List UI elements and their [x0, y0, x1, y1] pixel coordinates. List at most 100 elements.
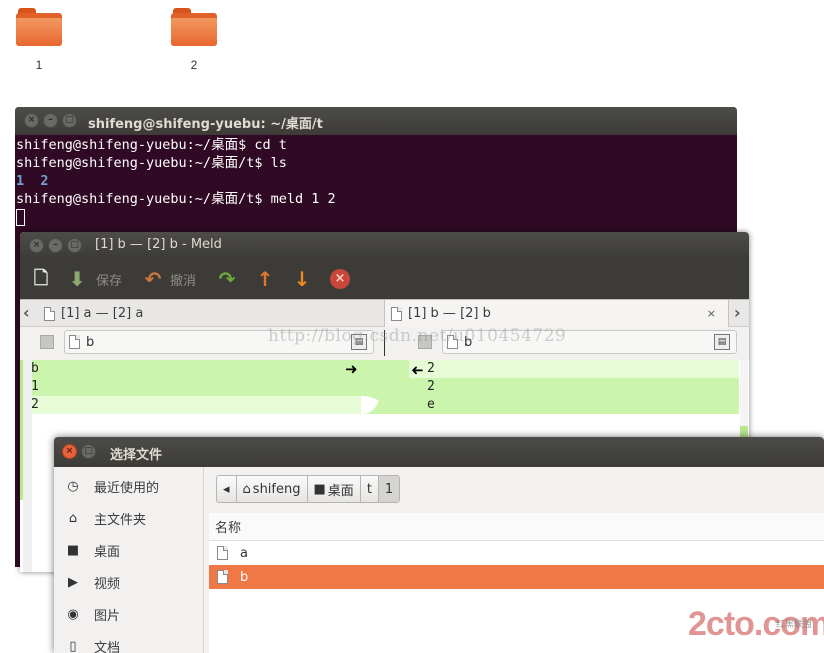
new-comparison-button[interactable]: 🗋	[30, 267, 52, 291]
close-icon[interactable]: ×	[29, 238, 44, 253]
folder-icon	[171, 8, 217, 46]
undo-button[interactable]: ↶ 撤消	[142, 267, 196, 291]
right-line: 2	[427, 361, 435, 376]
right-line: e	[427, 397, 435, 412]
undo-icon: ↶	[144, 267, 162, 291]
document-icon	[69, 335, 80, 349]
document-icon	[217, 570, 228, 584]
terminal-line: 1 2	[16, 173, 49, 189]
place-label: 图片	[94, 608, 121, 624]
minimize-icon[interactable]: –	[43, 113, 58, 128]
next-change-button[interactable]: ↓	[291, 267, 313, 291]
arrow-down-icon: ↓	[293, 267, 311, 291]
places-sidebar: ◷ 最近使用的 ⌂ 主文件夹 ■ 桌面 ▶ 视频 ◉ 图片 ▯ 文档	[54, 467, 204, 653]
new-document-icon: 🗋	[33, 268, 49, 289]
diff-link-connector	[361, 360, 409, 414]
push-left-arrow-icon[interactable]: ➜	[411, 361, 424, 379]
path-label: t	[366, 481, 372, 497]
open-folder-icon[interactable]: ▤	[714, 334, 730, 350]
column-header-name[interactable]: 名称	[209, 513, 824, 541]
tab-close-icon[interactable]: ×	[707, 307, 716, 320]
close-icon[interactable]: ×	[62, 444, 77, 459]
save-button[interactable]: ⬇ 保存	[66, 267, 122, 291]
clock-icon: ◷	[67, 478, 79, 494]
meld-titlebar[interactable]: × – □ [1] b — [2] b - Meld	[20, 232, 749, 259]
meld-toolbar: 🗋 ⬇ 保存 ↶ 撤消 ↷ ↑ ↓ ×	[20, 259, 749, 299]
place-label: 最近使用的	[94, 480, 160, 496]
tab-label: [1] b — [2] b	[408, 306, 491, 321]
terminal-line: shifeng@shifeng-yuebu:~/桌面$ cd t	[16, 137, 287, 153]
folder-icon: ■	[313, 481, 326, 497]
file-name: a	[240, 545, 248, 561]
undo-label: 撤消	[170, 273, 197, 289]
right-line: 2	[427, 379, 435, 394]
left-line: b	[31, 361, 39, 376]
maximize-icon[interactable]: □	[67, 238, 82, 253]
path-back-button[interactable]: ◂	[217, 476, 237, 502]
place-label: 主文件夹	[94, 512, 147, 528]
place-recent[interactable]: ◷ 最近使用的	[64, 475, 159, 497]
file-name: b	[240, 569, 249, 585]
tab-a-a[interactable]: [1] a — [2] a ×	[38, 300, 392, 327]
terminal-line: shifeng@shifeng-yuebu:~/桌面/t$ meld 1 2	[16, 191, 336, 207]
tab-b-b[interactable]: [1] b — [2] b ×	[384, 300, 729, 327]
file-row-selected[interactable]: b	[209, 565, 824, 589]
meld-title: [1] b — [2] b - Meld	[95, 237, 222, 252]
place-label: 视频	[94, 576, 121, 592]
meld-tab-bar: ‹ [1] a — [2] a × [1] b — [2] b × ›	[20, 299, 749, 327]
desktop-folder-label: 2	[190, 58, 198, 72]
place-desktop[interactable]: ■ 桌面	[64, 539, 120, 561]
video-icon: ▶	[68, 574, 78, 590]
file-row[interactable]: a	[209, 541, 824, 565]
chooser-titlebar[interactable]: × □ 选择文件	[54, 437, 824, 467]
path-bar: ◂ ⌂ shifeng ■ 桌面 t 1	[216, 475, 401, 503]
path-segment-home[interactable]: ⌂ shifeng	[237, 476, 308, 502]
site-logo-sub: 红黑联盟	[776, 620, 813, 630]
chevron-left-icon[interactable]: ‹	[23, 303, 30, 322]
path-segment-desktop[interactable]: ■ 桌面	[308, 476, 361, 502]
document-icon: ▯	[69, 638, 77, 653]
home-icon: ⌂	[68, 510, 78, 526]
chooser-title: 选择文件	[110, 448, 163, 463]
terminal-output[interactable]: shifeng@shifeng-yuebu:~/桌面$ cd t shifeng…	[15, 135, 737, 227]
folder-icon	[16, 8, 62, 46]
previous-change-button[interactable]: ↑	[254, 267, 276, 291]
chevron-right-icon[interactable]: ›	[734, 303, 741, 322]
path-label: 1	[384, 481, 394, 497]
desktop-folder-label: 1	[35, 58, 43, 72]
redo-button[interactable]: ↷	[216, 267, 238, 291]
minimize-icon[interactable]: –	[48, 238, 63, 253]
save-left-icon[interactable]	[40, 335, 54, 349]
desktop-folder-1[interactable]: 1	[9, 8, 69, 72]
redo-icon: ↷	[218, 267, 236, 291]
arrow-up-icon: ↑	[256, 267, 274, 291]
save-icon: ⬇	[68, 267, 86, 291]
chevron-left-icon: ◂	[223, 481, 230, 497]
document-icon	[217, 546, 228, 560]
place-pictures[interactable]: ◉ 图片	[64, 603, 120, 625]
path-segment-1[interactable]: 1	[378, 476, 400, 502]
watermark-text: http://blog.csdn.net/u010454729	[268, 326, 567, 346]
place-home[interactable]: ⌂ 主文件夹	[64, 507, 146, 529]
stop-icon: ×	[330, 269, 350, 289]
desktop-folder-2[interactable]: 2	[164, 8, 224, 72]
save-label: 保存	[96, 273, 123, 289]
close-icon[interactable]: ×	[24, 113, 39, 128]
home-icon: ⌂	[242, 481, 251, 497]
place-label: 文档	[94, 640, 121, 653]
maximize-icon[interactable]: □	[62, 113, 77, 128]
place-documents[interactable]: ▯ 文档	[64, 635, 120, 653]
folder-icon: ■	[66, 542, 80, 558]
document-icon	[44, 306, 55, 321]
left-line: 2	[31, 397, 39, 412]
stop-button[interactable]: ×	[330, 267, 350, 291]
path-label: 桌面	[327, 483, 354, 499]
place-videos[interactable]: ▶ 视频	[64, 571, 120, 593]
terminal-titlebar[interactable]: × – □ shifeng@shifeng-yuebu: ~/桌面/t	[15, 107, 737, 135]
left-line: 1	[31, 379, 39, 394]
path-label: shifeng	[252, 481, 301, 497]
left-file-name: b	[86, 334, 95, 350]
maximize-icon[interactable]: □	[81, 444, 96, 459]
push-right-arrow-icon[interactable]: ➜	[345, 360, 358, 378]
path-segment-t[interactable]: t	[361, 476, 379, 502]
